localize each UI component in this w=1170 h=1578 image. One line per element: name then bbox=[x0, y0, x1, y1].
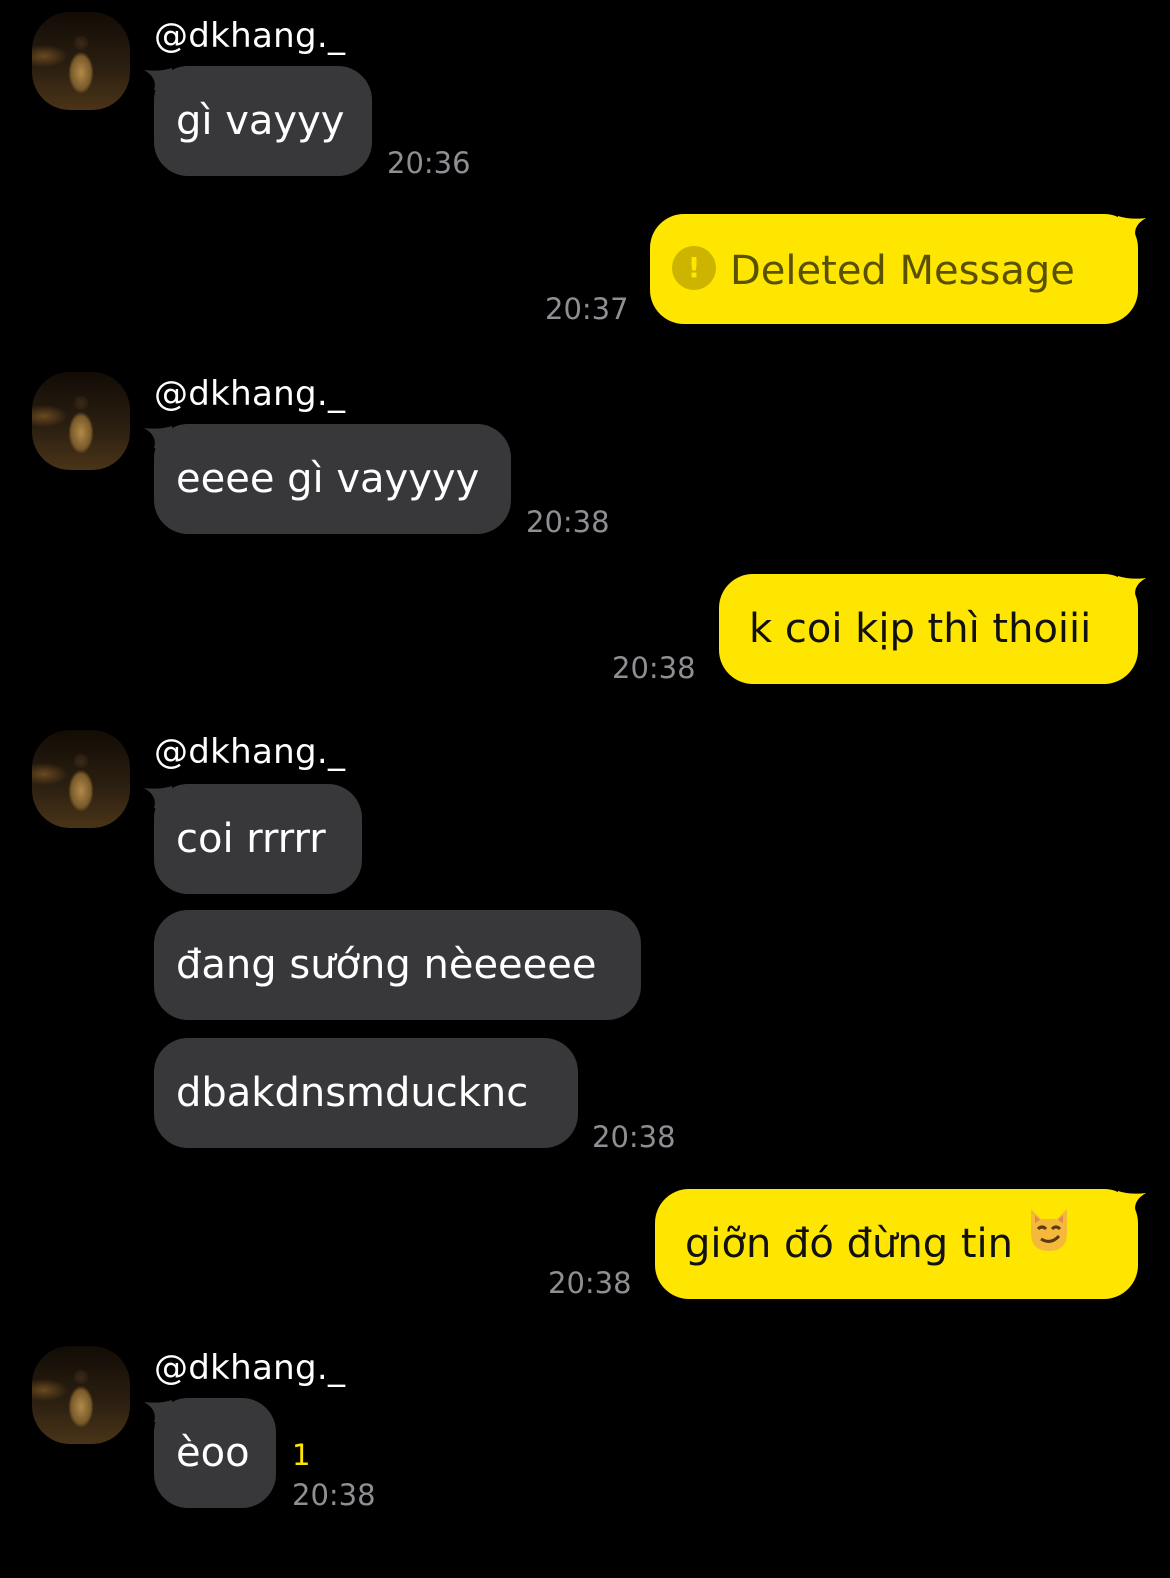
message-time: 20:38 bbox=[292, 1478, 376, 1512]
message-text: eeee gì vayyyy bbox=[176, 456, 480, 502]
sender-name: @dkhang._ bbox=[154, 1348, 346, 1388]
message-text: èoo bbox=[176, 1430, 250, 1476]
message-text: Deleted Message bbox=[730, 248, 1075, 294]
message-bubble[interactable]: giỡn đó đừng tin bbox=[655, 1189, 1138, 1299]
avatar[interactable] bbox=[32, 12, 130, 110]
message-bubble[interactable]: gì vayyy bbox=[154, 66, 372, 176]
message-text: gì vayyy bbox=[176, 98, 345, 144]
sender-name: @dkhang._ bbox=[154, 374, 346, 414]
message-text: đang sướng nèeeeee bbox=[176, 942, 597, 988]
message-time: 20:38 bbox=[592, 1120, 676, 1154]
message-text: k coi kịp thì thoiii bbox=[749, 606, 1092, 652]
avatar[interactable] bbox=[32, 372, 130, 470]
message-time: 20:37 bbox=[545, 292, 629, 326]
message-bubble[interactable]: èoo bbox=[154, 1398, 276, 1508]
message-bubble[interactable]: dbakdnsmducknc bbox=[154, 1038, 578, 1148]
alert-icon: ! bbox=[672, 246, 716, 290]
sender-name: @dkhang._ bbox=[154, 16, 346, 56]
smirking-cat-icon bbox=[1023, 1187, 1075, 1297]
deleted-message-bubble[interactable]: ! Deleted Message bbox=[650, 214, 1138, 324]
sender-name: @dkhang._ bbox=[154, 732, 346, 772]
message-bubble[interactable]: coi rrrrr bbox=[154, 784, 362, 894]
message-bubble[interactable]: đang sướng nèeeeee bbox=[154, 910, 641, 1020]
avatar[interactable] bbox=[32, 1346, 130, 1444]
message-bubble[interactable]: k coi kịp thì thoiii bbox=[719, 574, 1138, 684]
message-text: dbakdnsmducknc bbox=[176, 1070, 529, 1116]
message-time: 20:38 bbox=[612, 651, 696, 685]
avatar[interactable] bbox=[32, 730, 130, 828]
message-time: 20:38 bbox=[548, 1266, 632, 1300]
unread-count: 1 bbox=[292, 1438, 311, 1472]
message-time: 20:36 bbox=[387, 146, 471, 180]
message-text: giỡn đó đừng tin bbox=[685, 1221, 1013, 1267]
message-bubble[interactable]: eeee gì vayyyy bbox=[154, 424, 511, 534]
message-time: 20:38 bbox=[526, 505, 610, 539]
message-text: coi rrrrr bbox=[176, 816, 326, 862]
